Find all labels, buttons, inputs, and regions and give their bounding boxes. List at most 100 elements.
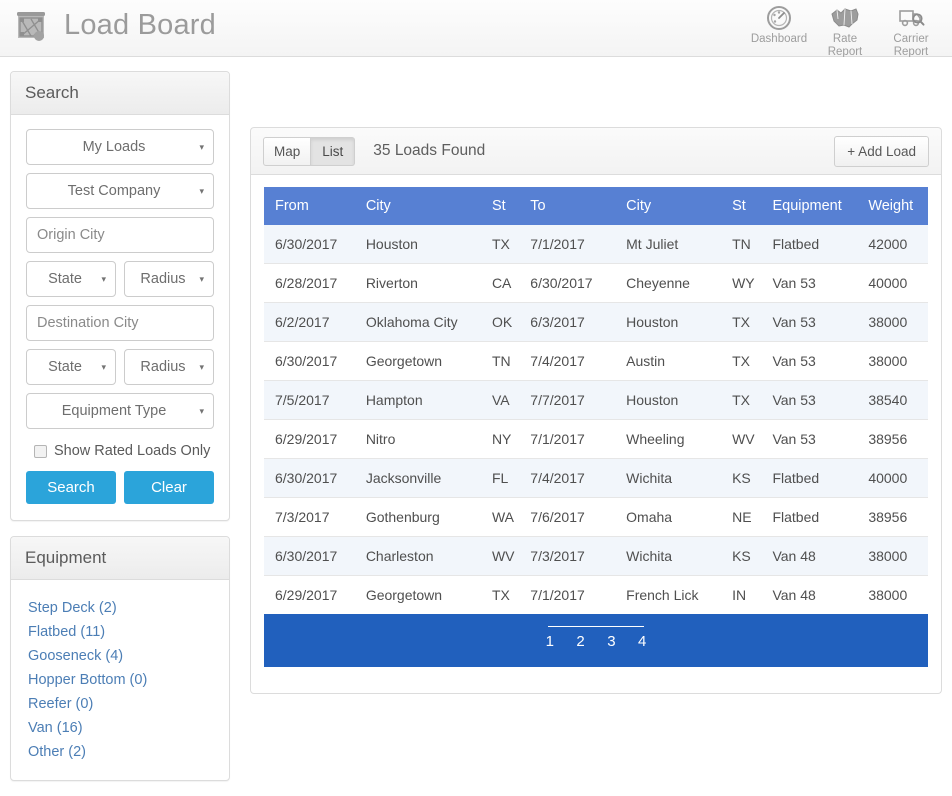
cell-equipment: Flatbed xyxy=(761,497,858,537)
equipment-item-van[interactable]: Van (16) xyxy=(28,716,214,740)
cell-city1: Gothenburg xyxy=(354,497,481,537)
map-icon xyxy=(812,5,878,33)
tab-list[interactable]: List xyxy=(311,136,356,166)
chevron-down-icon: ▾ xyxy=(199,406,204,416)
show-rated-loads-checkbox[interactable] xyxy=(34,444,47,458)
cell-equipment: Van 53 xyxy=(761,302,858,342)
add-load-button[interactable]: + Add Load xyxy=(834,135,929,167)
table-row[interactable]: 6/30/2017 Houston TX 7/1/2017 Mt Juliet … xyxy=(264,225,928,264)
pagination-page-2[interactable]: 2 xyxy=(576,633,584,650)
table-row[interactable]: 6/29/2017 Nitro NY 7/1/2017 Wheeling WV … xyxy=(264,419,928,459)
cell-st1: TN xyxy=(480,341,520,381)
col-from[interactable]: From xyxy=(264,187,355,225)
equipment-panel-title: Equipment xyxy=(11,537,229,580)
company-select[interactable]: Test Company ▾ xyxy=(26,173,214,209)
cell-st1: CA xyxy=(480,263,520,303)
nav-carrier-report[interactable]: Carrier Report xyxy=(878,2,944,59)
cell-to: 7/1/2017 xyxy=(519,225,616,264)
cell-from: 6/29/2017 xyxy=(264,419,355,459)
rated-loads-row: Show Rated Loads Only xyxy=(34,443,214,459)
search-button[interactable]: Search xyxy=(26,471,116,504)
table-row[interactable]: 7/5/2017 Hampton VA 7/7/2017 Houston TX … xyxy=(264,380,928,420)
equipment-item-gooseneck[interactable]: Gooseneck (4) xyxy=(28,644,214,668)
col-origin-state[interactable]: St xyxy=(480,187,520,225)
cell-st2: TX xyxy=(721,341,762,381)
table-row[interactable]: 6/28/2017 Riverton CA 6/30/2017 Cheyenne… xyxy=(264,263,928,303)
cell-st1: WV xyxy=(480,536,520,576)
equipment-item-hopper-bottom[interactable]: Hopper Bottom (0) xyxy=(28,668,214,692)
tab-map[interactable]: Map xyxy=(263,136,312,166)
search-panel: Search My Loads ▾ Test Company ▾ Origin … xyxy=(10,71,230,521)
cell-to: 7/1/2017 xyxy=(530,587,585,603)
cell-to: 7/3/2017 xyxy=(519,536,616,576)
pagination-page-3[interactable]: 3 xyxy=(607,633,615,650)
nav-rate-report[interactable]: Rate Report xyxy=(812,2,878,59)
cell-st1: VA xyxy=(480,380,520,420)
col-to[interactable]: To xyxy=(519,187,616,225)
equipment-type-select[interactable]: Equipment Type ▾ xyxy=(26,393,214,429)
table-row[interactable]: 6/29/2017 Georgetown TX 7/1/2017 French … xyxy=(264,575,928,614)
cell-st1: OK xyxy=(480,302,520,342)
cell-st2: TX xyxy=(721,302,762,342)
cell-st2: WY xyxy=(721,263,762,303)
cell-weight: 38000 xyxy=(857,341,928,381)
cell-city1: Georgetown xyxy=(365,587,443,603)
cell-st1: TX xyxy=(491,587,510,603)
cell-equipment: Van 53 xyxy=(761,419,858,459)
destination-state-value: State xyxy=(48,359,82,375)
origin-radius-select[interactable]: Radius ▾ xyxy=(124,261,214,297)
equipment-item-flatbed[interactable]: Flatbed (11) xyxy=(28,620,214,644)
company-value: Test Company xyxy=(67,183,161,199)
cell-city1: Georgetown xyxy=(354,341,481,381)
view-toggle: Map List xyxy=(263,136,356,166)
loads-table-body: 6/30/2017 Houston TX 7/1/2017 Mt Juliet … xyxy=(264,225,928,614)
clear-button[interactable]: Clear xyxy=(124,471,214,504)
origin-city-input[interactable] xyxy=(26,217,214,253)
nav-rate-report-label: Rate xyxy=(832,33,858,45)
nav-dashboard[interactable]: Dashboard xyxy=(746,2,812,59)
cell-city2: Wichita xyxy=(615,536,722,576)
cell-st2: WV xyxy=(721,419,762,459)
loads-card: From City St To City St Equipment Weight… xyxy=(250,175,942,694)
cell-equipment: Van 48 xyxy=(772,587,816,603)
results-count: 35 Loads Found xyxy=(373,142,486,159)
destination-city-input[interactable] xyxy=(26,305,214,341)
cell-city2: Wheeling xyxy=(615,419,722,459)
load-scope-select[interactable]: My Loads ▾ xyxy=(26,129,214,165)
equipment-item-other[interactable]: Other (2) xyxy=(28,740,214,764)
cell-to: 6/30/2017 xyxy=(519,263,616,303)
cell-equipment: Van 53 xyxy=(761,380,858,420)
company-field: Test Company ▾ xyxy=(26,173,214,209)
cell-to: 7/4/2017 xyxy=(519,341,616,381)
col-origin-city[interactable]: City xyxy=(354,187,481,225)
sidebar: Search My Loads ▾ Test Company ▾ Origin … xyxy=(10,71,230,796)
col-weight[interactable]: Weight xyxy=(857,187,928,225)
col-dest-state[interactable]: St xyxy=(721,187,762,225)
table-row[interactable]: 6/30/2017 Georgetown TN 7/4/2017 Austin … xyxy=(264,341,928,381)
results-toolbar: Map List 35 Loads Found + Add Load xyxy=(250,127,942,175)
origin-state-radius-row: State ▾ Radius ▾ xyxy=(26,261,214,297)
cell-weight: 42000 xyxy=(857,225,928,264)
pagination-page-4[interactable]: 4 xyxy=(638,633,646,650)
origin-state-select[interactable]: State ▾ xyxy=(26,261,116,297)
search-actions: Search Clear xyxy=(26,471,214,504)
cell-from: 6/30/2017 xyxy=(264,458,355,498)
equipment-type-field: Equipment Type ▾ xyxy=(26,393,214,429)
table-row[interactable]: 7/3/2017 Gothenburg WA 7/6/2017 Omaha NE… xyxy=(264,497,928,537)
table-row[interactable]: 6/30/2017 Jacksonville FL 7/4/2017 Wichi… xyxy=(264,458,928,498)
table-row[interactable]: 6/2/2017 Oklahoma City OK 6/3/2017 Houst… xyxy=(264,302,928,342)
cell-st2: NE xyxy=(721,497,762,537)
col-equipment[interactable]: Equipment xyxy=(761,187,858,225)
cell-city1: Charleston xyxy=(354,536,481,576)
destination-radius-select[interactable]: Radius ▾ xyxy=(124,349,214,385)
pagination-page-1[interactable]: 1 xyxy=(546,633,554,650)
destination-state-select[interactable]: State ▾ xyxy=(26,349,116,385)
cell-city1: Hampton xyxy=(354,380,481,420)
equipment-item-reefer[interactable]: Reefer (0) xyxy=(28,692,214,716)
brand: Load Board xyxy=(12,6,216,44)
table-row[interactable]: 6/30/2017 Charleston WV 7/3/2017 Wichita… xyxy=(264,536,928,576)
col-dest-city[interactable]: City xyxy=(615,187,722,225)
load-scope-field: My Loads ▾ xyxy=(26,129,214,165)
destination-radius-value: Radius xyxy=(140,359,186,375)
equipment-item-step-deck[interactable]: Step Deck (2) xyxy=(28,596,214,620)
